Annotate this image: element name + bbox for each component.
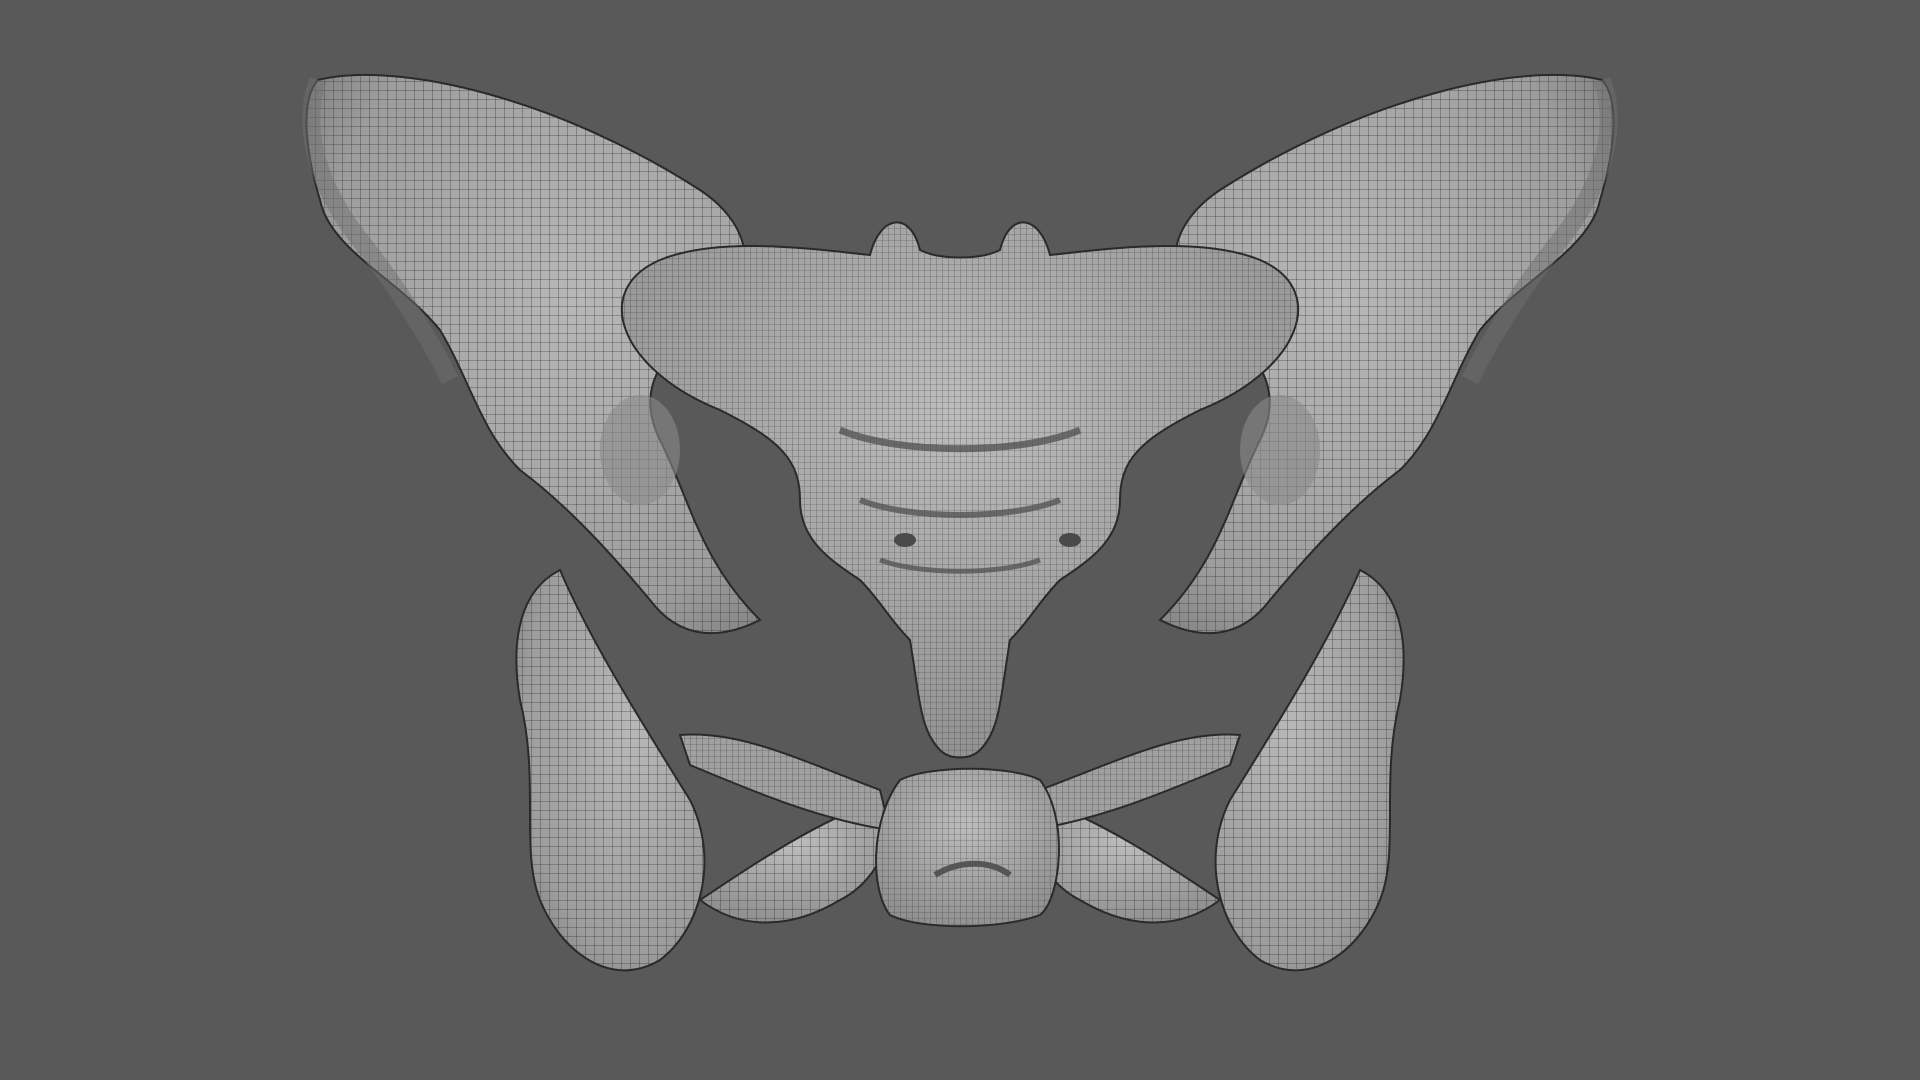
pelvis-model[interactable] — [0, 0, 1920, 1080]
3d-viewport[interactable] — [0, 0, 1920, 1080]
pubic-symphysis[interactable] — [875, 767, 1060, 928]
right-foramen — [1059, 533, 1081, 547]
left-foramen — [894, 533, 916, 547]
sacrum[interactable] — [620, 221, 1300, 759]
